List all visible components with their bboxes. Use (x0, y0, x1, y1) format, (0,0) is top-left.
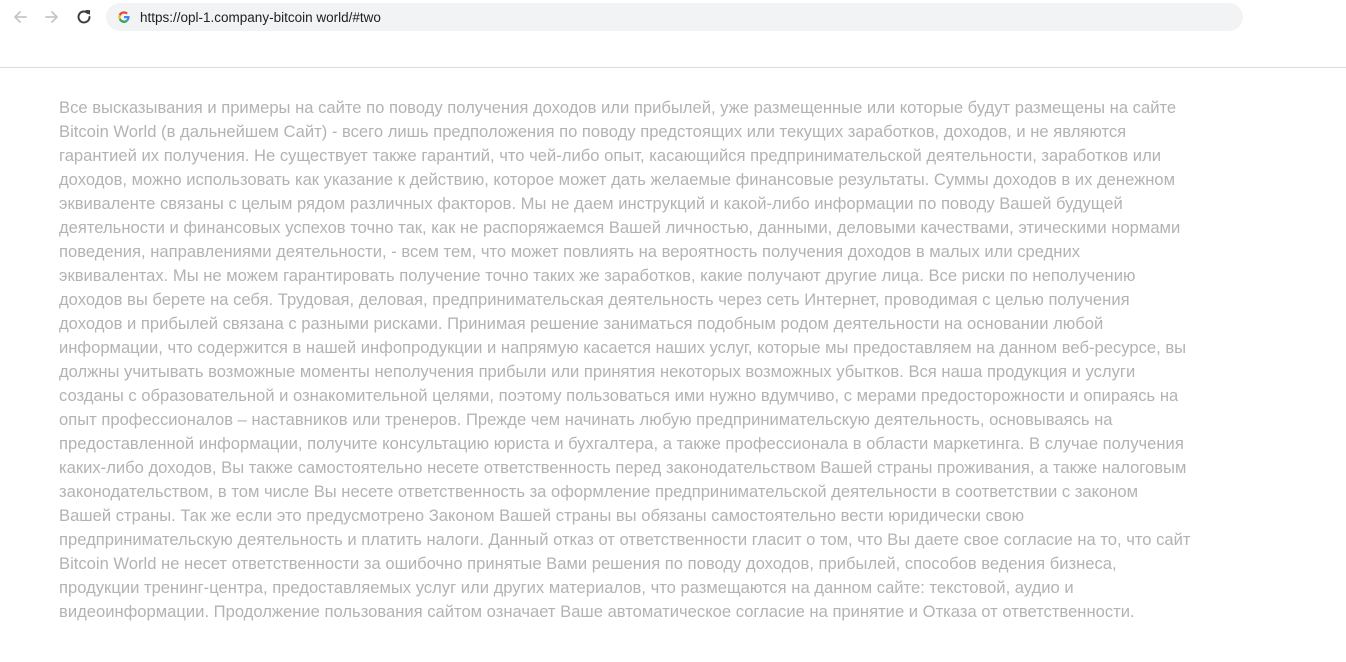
disclaimer-line: созданы с образовательной и ознакомитель… (59, 386, 1179, 405)
back-button[interactable] (9, 6, 31, 28)
arrow-right-icon (45, 11, 58, 23)
reload-icon (77, 10, 91, 24)
disclaimer-line: Bitcoin World (в дальнейшем Сайт) - всег… (59, 122, 1127, 141)
address-bar[interactable]: https://opl-1.company-bitcoin world/#two (106, 3, 1243, 31)
disclaimer-line: деятельности и финансовых успехов точно … (59, 218, 1181, 237)
disclaimer-line: законодательством, в том числе Вы несете… (59, 482, 1139, 501)
google-g-icon (118, 11, 130, 23)
disclaimer-text: Все высказывания и примеры на сайте по п… (59, 96, 1299, 624)
disclaimer-line: видеоинформации. Продолжение пользования… (59, 602, 1135, 621)
disclaimer-line: эквивалентах. Мы не можем гарантировать … (59, 266, 1136, 285)
disclaimer-line: информации, что содержится в нашей инфоп… (59, 338, 1187, 357)
browser-toolbar: https://opl-1.company-bitcoin world/#two (0, 0, 1346, 68)
disclaimer-line: предпринимательскую деятельность и плати… (59, 530, 1191, 549)
disclaimer-line: Все высказывания и примеры на сайте по п… (59, 98, 1177, 117)
disclaimer-line: доходов и прибылей связана с разными рис… (59, 314, 1104, 333)
disclaimer-line: продукции тренинг-центра, предоставляемы… (59, 578, 1074, 597)
forward-button[interactable] (41, 6, 63, 28)
disclaimer-line: доходов вы берете на себя. Трудовая, дел… (59, 290, 1130, 309)
disclaimer-line: каких-либо доходов, Вы также самостоятел… (59, 458, 1187, 477)
disclaimer-line: гарантией их получения. Не существует та… (59, 146, 1162, 165)
disclaimer-line: должны учитывать возможные моменты непол… (59, 362, 1136, 381)
disclaimer-line: Bitcoin World не несет ответственности з… (59, 554, 1117, 573)
disclaimer-line: эквиваленте связаны с целым рядом различ… (59, 194, 1123, 213)
disclaimer-line: предоставленной информации, получите кон… (59, 434, 1184, 453)
disclaimer-line: доходов, можно использовать как указание… (59, 170, 1175, 189)
disclaimer-line: Вашей страны. Так же если это предусмотр… (59, 506, 1025, 525)
disclaimer-line: опыт профессионалов – наставников или тр… (59, 410, 1113, 429)
url-text[interactable]: https://opl-1.company-bitcoin world/#two (140, 10, 381, 25)
arrow-left-icon (14, 11, 27, 23)
disclaimer-line: поведения, направлениями деятельности, -… (59, 242, 1081, 261)
reload-button[interactable] (73, 6, 95, 28)
